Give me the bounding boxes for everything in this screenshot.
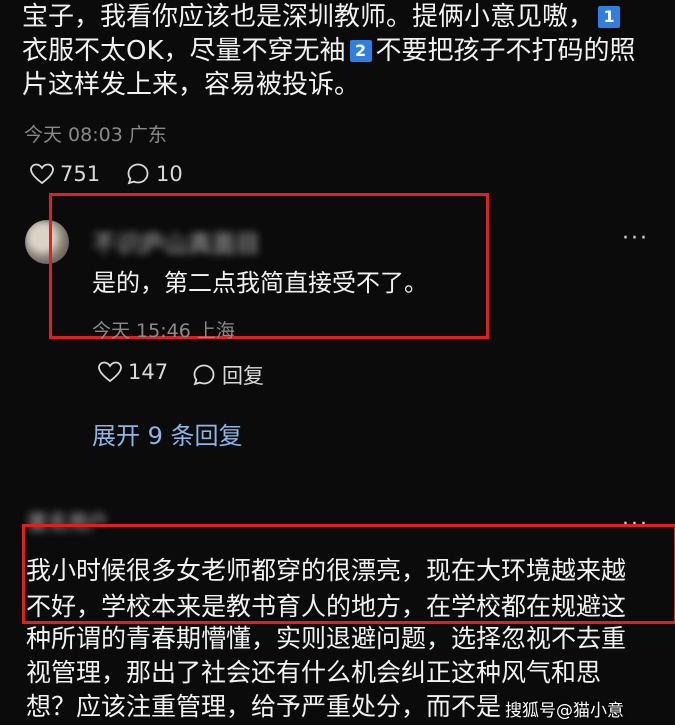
- reply1-timestamp: 今天 15:46 上海: [92, 320, 235, 342]
- reply1-text: 是的，第二点我简直接受不了。: [92, 269, 428, 297]
- badge-2: 2: [349, 40, 372, 62]
- reply1-more-icon[interactable]: ···: [622, 226, 649, 251]
- comment2-line5: 想？应该注重管理，给予严重处分，而不是: [26, 692, 502, 721]
- comment1-line1: 宝子，我看你应该也是深圳教师。提俩小意见嗷， 1: [22, 0, 624, 34]
- comment-icon: [193, 364, 215, 386]
- comment1-timestamp: 今天 08:03 广东: [24, 124, 167, 146]
- watermark: 搜狐号@猫小意: [505, 701, 624, 721]
- heart-icon: [30, 163, 54, 185]
- comment2-line2: 不好，学校本来是教书育人的地方，在学校都在规避这: [26, 592, 627, 621]
- reply1-reply-label: 回复: [222, 364, 264, 388]
- expand-replies-link[interactable]: 展开 9 条回复: [92, 416, 243, 451]
- comment2-line1: 我小时候很多女老师都穿的很漂亮，现在大环境越来越: [26, 556, 627, 585]
- badge-1: 1: [598, 6, 621, 28]
- reply1-reply-button[interactable]: 回复: [192, 360, 264, 390]
- comment1-like-button[interactable]: 751: [30, 162, 100, 186]
- comment-icon: [127, 163, 149, 185]
- heart-icon: [98, 361, 122, 383]
- comment1-like-count: 751: [60, 162, 101, 186]
- comment1-line3: 片这样发上来，容易被投诉。: [22, 70, 361, 100]
- comment1-line2: 衣服不太OK，尽量不穿无袖 2 不要把孩子不打码的照: [22, 36, 636, 66]
- reply1-like-count: 147: [128, 360, 169, 384]
- comment2-line4: 视管理，那出了社会还有什么机会纠正这种风气和思: [26, 658, 602, 687]
- comment1-reply-count: 10: [156, 162, 183, 186]
- reply1-like-button[interactable]: 147: [98, 360, 168, 384]
- comment1-reply-button[interactable]: 10: [126, 162, 183, 186]
- comment2-line3: 种所谓的青春期懵懂，实则退避问题，选择忽视不去重: [26, 624, 627, 653]
